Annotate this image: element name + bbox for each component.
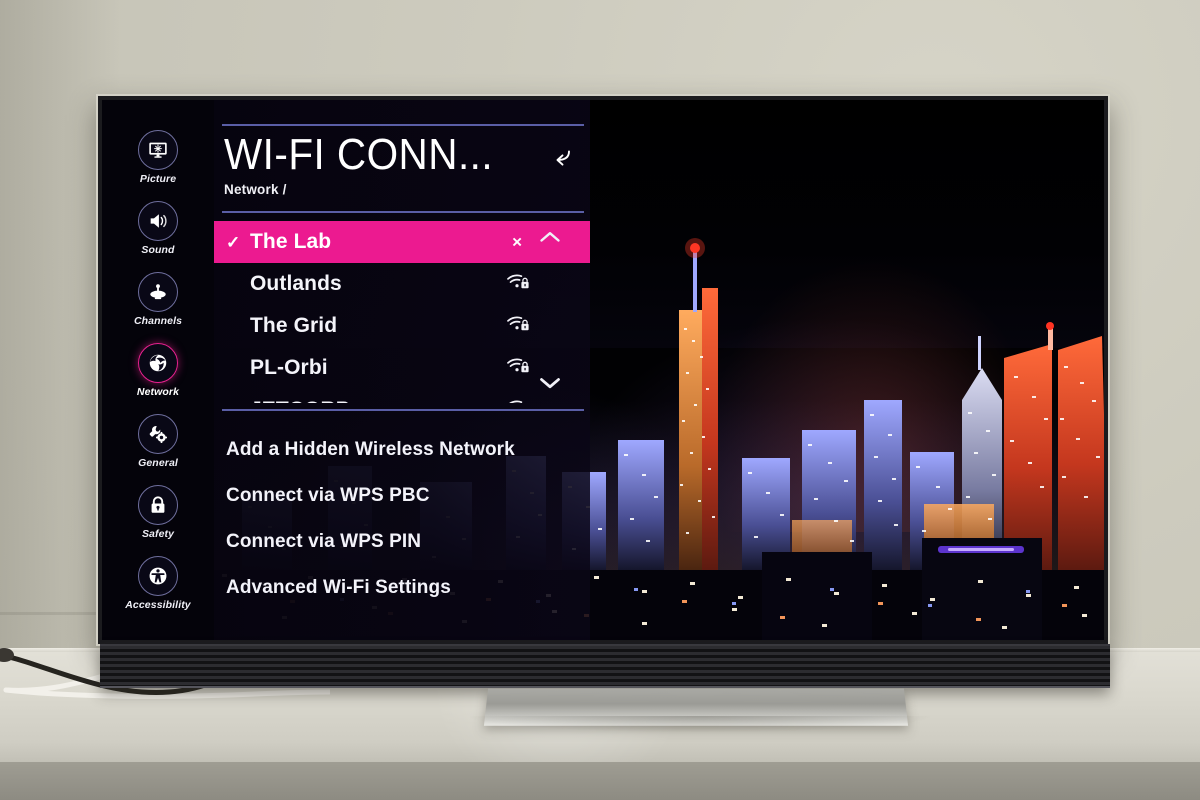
network-ssid: The Lab xyxy=(250,230,332,254)
breadcrumb: Network / xyxy=(224,182,287,198)
action-connect-wps-pin[interactable]: Connect via WPS PIN xyxy=(226,519,590,565)
wrench-gear-icon xyxy=(138,414,178,454)
osd-panel: Picture Sound Channels Network General S… xyxy=(102,100,590,640)
sidebar-item-label: Safety xyxy=(141,528,175,540)
photo-scene: Picture Sound Channels Network General S… xyxy=(0,0,1200,800)
accessibility-icon xyxy=(138,556,178,596)
network-row-the-lab[interactable]: ✓ The Lab × xyxy=(214,221,590,264)
satellite-dish-icon xyxy=(138,272,178,312)
sidebar-item-channels[interactable]: Channels xyxy=(102,264,214,335)
sidebar-item-label: Sound xyxy=(141,244,175,256)
network-list[interactable]: ✓ The Lab × Outlands The Grid PL-Orbi xyxy=(214,221,590,404)
sidebar-item-general[interactable]: General xyxy=(102,406,214,477)
divider-mid xyxy=(222,211,584,214)
counter-front-edge xyxy=(0,762,1200,800)
globe-icon xyxy=(138,343,178,383)
tv-stand-shadow xyxy=(470,716,930,732)
network-row-outlands[interactable]: Outlands xyxy=(214,263,590,305)
sidebar-item-sound[interactable]: Sound xyxy=(102,193,214,264)
speaker-icon xyxy=(138,201,178,241)
action-advanced-wifi-settings[interactable]: Advanced Wi-Fi Settings xyxy=(226,565,590,611)
action-connect-wps-pbc[interactable]: Connect via WPS PBC xyxy=(226,473,590,519)
settings-sidebar[interactable]: Picture Sound Channels Network General S… xyxy=(102,100,214,640)
back-arrow-icon[interactable] xyxy=(546,142,576,172)
lock-icon xyxy=(138,485,178,525)
picture-icon xyxy=(138,130,178,170)
page-title: WI-FI CONN... xyxy=(224,130,494,179)
sidebar-item-label: Network xyxy=(136,386,180,398)
network-ssid: Outlands xyxy=(250,272,342,296)
header-row: WI-FI CONN... xyxy=(214,126,590,178)
tv-screen: Picture Sound Channels Network General S… xyxy=(102,100,1104,640)
network-row-pl-orbi[interactable]: PL-Orbi xyxy=(214,347,590,389)
sidebar-item-label: General xyxy=(138,457,178,469)
network-ssid: PL-Orbi xyxy=(250,356,328,380)
sidebar-item-label: Channels xyxy=(133,315,183,327)
action-add-hidden-network[interactable]: Add a Hidden Wireless Network xyxy=(226,427,590,473)
wifi-actions: Add a Hidden Wireless Network Connect vi… xyxy=(214,411,590,611)
wifi-secured-icon xyxy=(506,273,530,296)
sidebar-item-accessibility[interactable]: Accessibility xyxy=(102,548,214,619)
sidebar-item-safety[interactable]: Safety xyxy=(102,477,214,548)
network-row-the-grid[interactable]: The Grid xyxy=(214,305,590,347)
osd-content: WI-FI CONN... Network / ✓ The Lab × Outl… xyxy=(214,100,590,640)
wifi-secured-icon xyxy=(506,357,530,380)
wifi-secured-icon xyxy=(506,315,530,338)
tv-panel: Picture Sound Channels Network General S… xyxy=(96,94,1110,646)
network-row-jetcorp[interactable]: JETCORP xyxy=(214,389,590,404)
sidebar-item-label: Picture xyxy=(139,173,177,185)
chevron-up-icon[interactable] xyxy=(538,225,562,249)
sidebar-item-label: Accessibility xyxy=(125,599,191,611)
chevron-down-icon[interactable] xyxy=(538,371,562,395)
network-ssid: The Grid xyxy=(250,314,338,338)
network-ssid: JETCORP xyxy=(250,398,350,403)
wifi-secured-icon xyxy=(506,399,530,404)
tv-soundbar xyxy=(100,646,1110,688)
sidebar-item-network[interactable]: Network xyxy=(102,335,214,406)
sidebar-item-picture[interactable]: Picture xyxy=(102,122,214,193)
disconnect-close-icon[interactable]: × xyxy=(512,234,522,251)
connected-check-icon: ✓ xyxy=(226,232,241,252)
